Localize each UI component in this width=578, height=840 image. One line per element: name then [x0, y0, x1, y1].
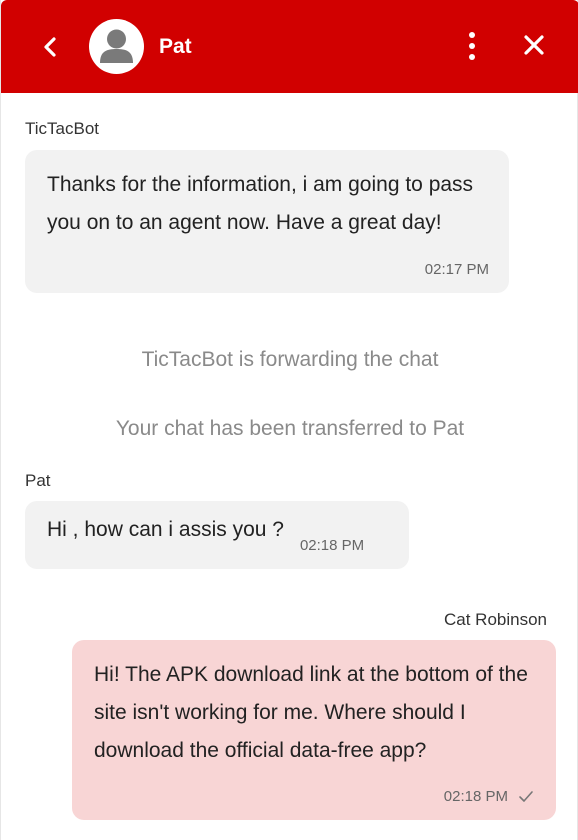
- message-text: Hi! The APK download link at the bottom …: [94, 663, 528, 762]
- message-bubble-user: Hi! The APK download link at the bottom …: [72, 640, 556, 820]
- dot-icon: [469, 32, 475, 38]
- back-button[interactable]: [37, 32, 63, 62]
- message-time: 02:18 PM: [443, 788, 508, 805]
- system-message: Your chat has been transferred to Pat: [115, 417, 465, 440]
- sender-name: TicTacBot: [25, 119, 100, 138]
- chat-header: Pat: [1, 0, 578, 93]
- contact-name: Pat: [159, 35, 192, 58]
- message-text: Hi , how can i assis you ?: [47, 518, 284, 541]
- message-meta: 02:18 PM: [444, 788, 534, 806]
- user-icon: [100, 29, 133, 63]
- system-message: TicTacBot is forwarding the chat: [141, 348, 439, 371]
- message-time: 02:17 PM: [424, 261, 489, 278]
- sender-name: Pat: [25, 471, 51, 490]
- more-options-button[interactable]: [461, 28, 483, 64]
- message-text: Thanks for the information, i am going t…: [47, 173, 474, 234]
- close-button[interactable]: [520, 31, 548, 59]
- dot-icon: [469, 54, 475, 60]
- sender-name: Cat Robinson: [443, 610, 547, 629]
- check-icon: [519, 791, 533, 802]
- avatar: [89, 19, 144, 74]
- message-bubble-bot: Thanks for the information, i am going t…: [25, 150, 509, 293]
- message-bubble-agent: Hi , how can i assis you ? 02:18 PM: [25, 501, 409, 569]
- chat-window: Pat TicTacBot Thanks for the information…: [0, 0, 578, 840]
- close-icon: [524, 35, 544, 55]
- dot-icon: [469, 43, 475, 49]
- chevron-left-icon: [44, 37, 56, 57]
- message-time: 02:18 PM: [299, 537, 365, 554]
